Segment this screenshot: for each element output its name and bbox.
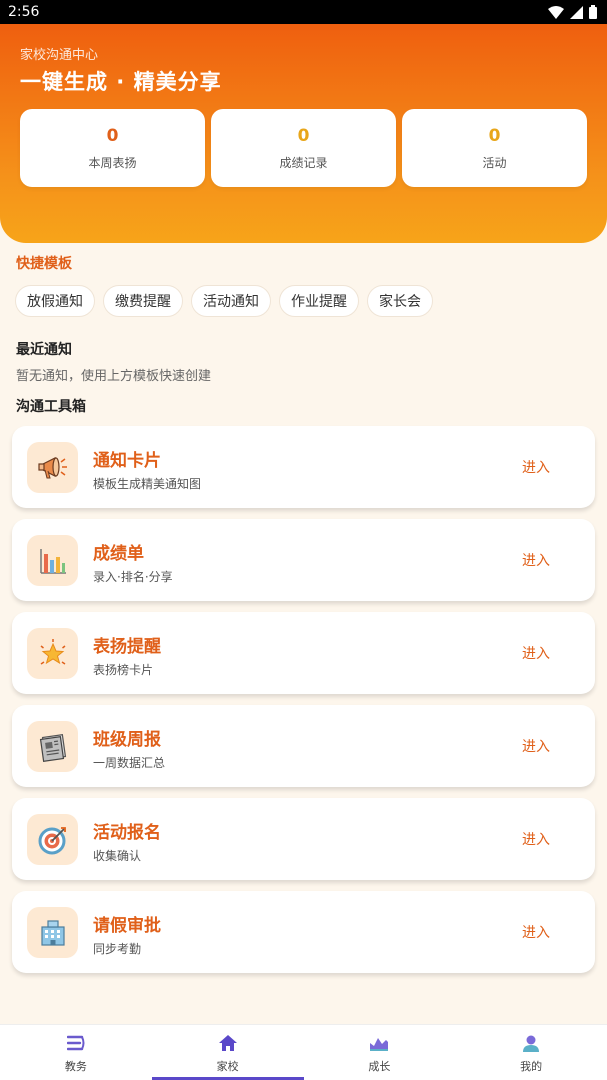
tool-card-leave-approval[interactable]: 请假审批 同步考勤 进入 [12,891,595,973]
chip-holiday-notice[interactable]: 放假通知 [15,285,95,317]
star-icon [27,628,78,679]
header-title: 一键生成 · 精美分享 [20,70,222,94]
enter-button[interactable]: 进入 [522,829,550,849]
nav-label: 家校 [216,1059,239,1073]
stat-value: 0 [106,125,119,146]
status-icons [548,5,597,19]
header-subtitle: 家校沟通中心 [20,48,99,63]
enter-button[interactable]: 进入 [522,457,550,477]
nav-item-growth[interactable]: 成长 [304,1025,456,1080]
list-icon [65,1032,87,1054]
building-icon [27,907,78,958]
tool-title: 请假审批 [93,916,161,936]
tool-card-grades[interactable]: 成绩单 录入·排名·分享 进入 [12,519,595,601]
nav-label: 成长 [368,1059,391,1073]
quick-templates-title: 快捷模板 [16,256,72,272]
quick-template-chips: 放假通知 缴费提醒 活动通知 作业提醒 家长会 [15,285,433,317]
enter-button[interactable]: 进入 [522,550,550,570]
tool-card-activity-signup[interactable]: 活动报名 收集确认 进入 [12,798,595,880]
megaphone-icon [27,442,78,493]
chip-homework-reminder[interactable]: 作业提醒 [279,285,359,317]
chip-parent-meeting[interactable]: 家长会 [367,285,433,317]
bottom-nav: 教务 家校 成长 我的 [0,1024,607,1080]
header-banner: 家校沟通中心 一键生成 · 精美分享 0 本周表扬 0 成绩记录 0 活动 [0,24,607,243]
status-time: 2:56 [8,4,40,20]
nav-label: 教务 [64,1059,87,1073]
bar-chart-icon [27,535,78,586]
tool-desc: 一周数据汇总 [93,756,166,770]
tool-title: 成绩单 [93,544,144,564]
nav-item-home-school[interactable]: 家校 [151,1025,304,1080]
toolbox-title: 沟通工具箱 [16,399,86,415]
signal-icon [570,5,583,19]
enter-button[interactable]: 进入 [522,643,550,663]
tool-desc: 录入·排名·分享 [93,570,173,584]
user-icon [520,1032,542,1054]
stat-label: 活动 [482,155,507,170]
stat-value: 0 [488,125,501,146]
wifi-icon [548,5,564,19]
newspaper-icon [27,721,78,772]
chip-payment-reminder[interactable]: 缴费提醒 [103,285,183,317]
tool-desc: 同步考勤 [93,942,142,956]
nav-label: 我的 [520,1059,543,1073]
growth-icon [368,1032,390,1054]
stat-card-grades[interactable]: 0 成绩记录 [211,109,396,187]
tool-title: 活动报名 [93,823,161,843]
nav-item-mine[interactable]: 我的 [455,1025,607,1080]
chip-activity-notice[interactable]: 活动通知 [191,285,271,317]
tool-card-praise[interactable]: 表扬提醒 表扬榜卡片 进入 [12,612,595,694]
recent-empty-text: 暂无通知，使用上方模板快速创建 [16,369,212,384]
recent-notices-title: 最近通知 [16,342,72,358]
tool-card-weekly-report[interactable]: 班级周报 一周数据汇总 进入 [12,705,595,787]
status-bar: 2:56 [0,0,607,24]
stat-card-activities[interactable]: 0 活动 [402,109,587,187]
stat-label: 成绩记录 [279,155,328,170]
stat-label: 本周表扬 [88,155,137,170]
enter-button[interactable]: 进入 [522,736,550,756]
home-icon [217,1032,239,1054]
stat-value: 0 [297,125,310,146]
stat-card-praise[interactable]: 0 本周表扬 [20,109,205,187]
nav-item-academic[interactable]: 教务 [0,1025,152,1080]
tool-title: 班级周报 [93,730,161,750]
tool-title: 通知卡片 [93,451,161,471]
tool-card-notice[interactable]: 通知卡片 模板生成精美通知图 进入 [12,426,595,508]
target-icon [27,814,78,865]
enter-button[interactable]: 进入 [522,922,550,942]
tool-desc: 模板生成精美通知图 [93,477,202,491]
tool-desc: 收集确认 [93,849,142,863]
tool-title: 表扬提醒 [93,637,161,657]
tool-desc: 表扬榜卡片 [93,663,154,677]
battery-icon [589,5,597,19]
